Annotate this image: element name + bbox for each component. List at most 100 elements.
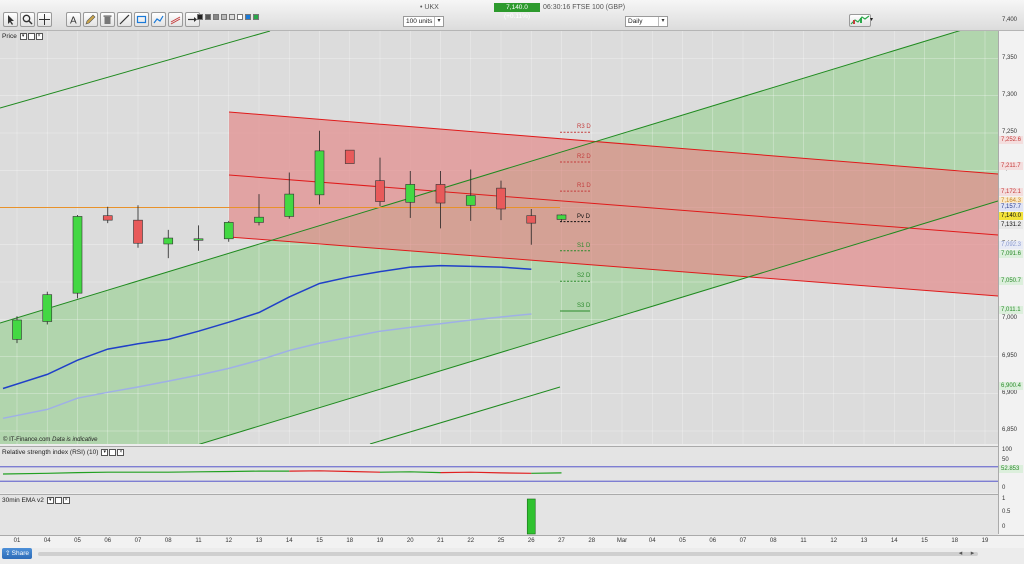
- color-swatch[interactable]: [213, 14, 219, 20]
- color-swatch[interactable]: [205, 14, 211, 20]
- x-tick-label: 13: [255, 538, 263, 544]
- x-tick-label: 06: [709, 538, 717, 544]
- maximize-icon[interactable]: [27, 32, 35, 40]
- x-tick-label: 18: [346, 538, 354, 544]
- ema-panel-label: 30min EMA v2: [2, 497, 44, 504]
- units-select[interactable]: 100 units ▾: [403, 16, 444, 27]
- time-scrollbar[interactable]: [38, 552, 978, 556]
- x-tick-label: Mar: [616, 538, 628, 544]
- candle-body: [465, 195, 476, 206]
- y-tick-label: 7,250: [1002, 129, 1018, 135]
- price-chart[interactable]: [0, 31, 998, 444]
- color-swatch[interactable]: [197, 14, 203, 20]
- settings-icon[interactable]: ▾: [46, 496, 54, 504]
- x-tick-label: 19: [376, 538, 384, 544]
- maximize-icon[interactable]: [109, 448, 117, 456]
- x-tick-label: 11: [800, 538, 807, 544]
- rsi-panel: Relative strength index (RSI) (10) ▾ ×: [0, 446, 998, 493]
- ema-panel: 30min EMA v2 ▾ ×: [0, 494, 998, 535]
- price-level-label: 7,011.1: [999, 306, 1023, 314]
- rectangle-tool-icon[interactable]: [134, 12, 149, 27]
- price-badge: 7,140.0 (+0.11%): [494, 3, 540, 20]
- instrument-title: • UKX: [420, 4, 439, 11]
- share-icon: ⇪: [5, 550, 11, 557]
- zoom-icon[interactable]: [20, 12, 35, 27]
- color-swatch[interactable]: [229, 14, 235, 20]
- settings-icon[interactable]: ▾: [101, 448, 109, 456]
- line-tool-icon[interactable]: [117, 12, 132, 27]
- x-tick-label: 07: [134, 538, 142, 544]
- color-swatch[interactable]: [221, 14, 227, 20]
- chevron-down-icon[interactable]: ▾: [870, 16, 873, 23]
- candle-body: [254, 216, 264, 223]
- x-tick-label: 25: [497, 538, 505, 544]
- x-axis: [0, 535, 1024, 548]
- pivot-label: R1 D: [577, 183, 591, 190]
- x-tick-label: 26: [527, 538, 535, 544]
- price-level-label: 7,131.2: [999, 221, 1023, 229]
- data-source-note: © IT-Finance.com Data is indicative: [3, 437, 97, 443]
- candle-body: [133, 219, 143, 244]
- pivot-label: R2 D: [577, 154, 591, 161]
- candle-body: [42, 294, 53, 322]
- rsi-tick-label: 100: [1002, 447, 1013, 453]
- scroll-right-icon[interactable]: ▸: [968, 549, 977, 558]
- price-level-label: 7,211.7: [999, 162, 1023, 170]
- chevron-down-icon: ▾: [434, 17, 443, 26]
- x-tick-label: 11: [195, 538, 202, 544]
- y-tick-label: 7,400: [1002, 17, 1018, 24]
- x-tick-label: 01: [13, 538, 21, 544]
- trend-tool-icon[interactable]: [151, 12, 166, 27]
- x-tick-label: 13: [860, 538, 868, 544]
- copyright-text: © IT-Finance.com: [3, 437, 51, 443]
- x-tick-label: 14: [890, 538, 898, 544]
- ema-chart[interactable]: [0, 495, 998, 535]
- color-swatch[interactable]: [237, 14, 243, 20]
- price-level-label: 7,140.0: [999, 212, 1023, 220]
- share-button[interactable]: ⇪ Share: [2, 548, 32, 559]
- candle: [344, 149, 355, 164]
- y-tick-label: 6,850: [1002, 427, 1018, 433]
- candle-body: [284, 193, 295, 217]
- color-swatch[interactable]: [253, 14, 259, 20]
- candle: [12, 316, 22, 344]
- pivot-label: S3 D: [577, 303, 591, 310]
- ema-tick-label: 0: [1002, 524, 1006, 530]
- candle: [223, 220, 234, 242]
- maximize-icon[interactable]: [54, 496, 62, 504]
- candle-body: [163, 237, 174, 245]
- x-tick-label: 04: [43, 538, 51, 544]
- text-tool-icon[interactable]: A: [66, 12, 81, 27]
- scroll-left-icon[interactable]: ◂: [956, 549, 965, 558]
- toolbar: A • UKX 7,140.0 (+0.11%) 06:30:16 FTSE 1…: [0, 0, 1024, 31]
- pointer-tool-icon[interactable]: [3, 12, 18, 27]
- rsi-tick-label: 50: [1002, 457, 1009, 463]
- x-tick-label: 12: [225, 538, 233, 544]
- ema-tick-label: 0.5: [1002, 509, 1011, 515]
- crosshair-icon[interactable]: [37, 12, 52, 27]
- y-tick-label: 6,900: [1002, 389, 1018, 396]
- price-level-label: 7,050.7: [999, 277, 1023, 285]
- channel-tool-icon[interactable]: [168, 12, 183, 27]
- candle: [72, 214, 83, 299]
- y-tick-label: 7,000: [1002, 315, 1018, 322]
- pivot-label: Pv D: [577, 213, 591, 220]
- color-swatch[interactable]: [245, 14, 251, 20]
- pivot-label: R3 D: [577, 124, 591, 131]
- x-tick-label: 05: [74, 538, 81, 544]
- chart-type-icon[interactable]: [849, 14, 871, 27]
- price-panel-label: Price: [2, 33, 17, 40]
- delete-icon[interactable]: [100, 12, 115, 27]
- candle-body: [72, 216, 83, 294]
- settings-icon[interactable]: ▾: [19, 32, 27, 40]
- price-panel: Price ▾ × © IT-Finance.com Data is indica…: [0, 31, 998, 444]
- rsi-chart[interactable]: [0, 447, 998, 493]
- ema-tick-label: 1: [1002, 496, 1006, 502]
- close-icon[interactable]: ×: [35, 32, 43, 40]
- rsi-line-down: [440, 471, 532, 474]
- x-tick-label: 04: [648, 538, 656, 544]
- pencil-icon[interactable]: [83, 12, 98, 27]
- interval-select[interactable]: Daily ▾: [625, 16, 668, 27]
- close-icon[interactable]: ×: [62, 496, 70, 504]
- close-icon[interactable]: ×: [117, 448, 125, 456]
